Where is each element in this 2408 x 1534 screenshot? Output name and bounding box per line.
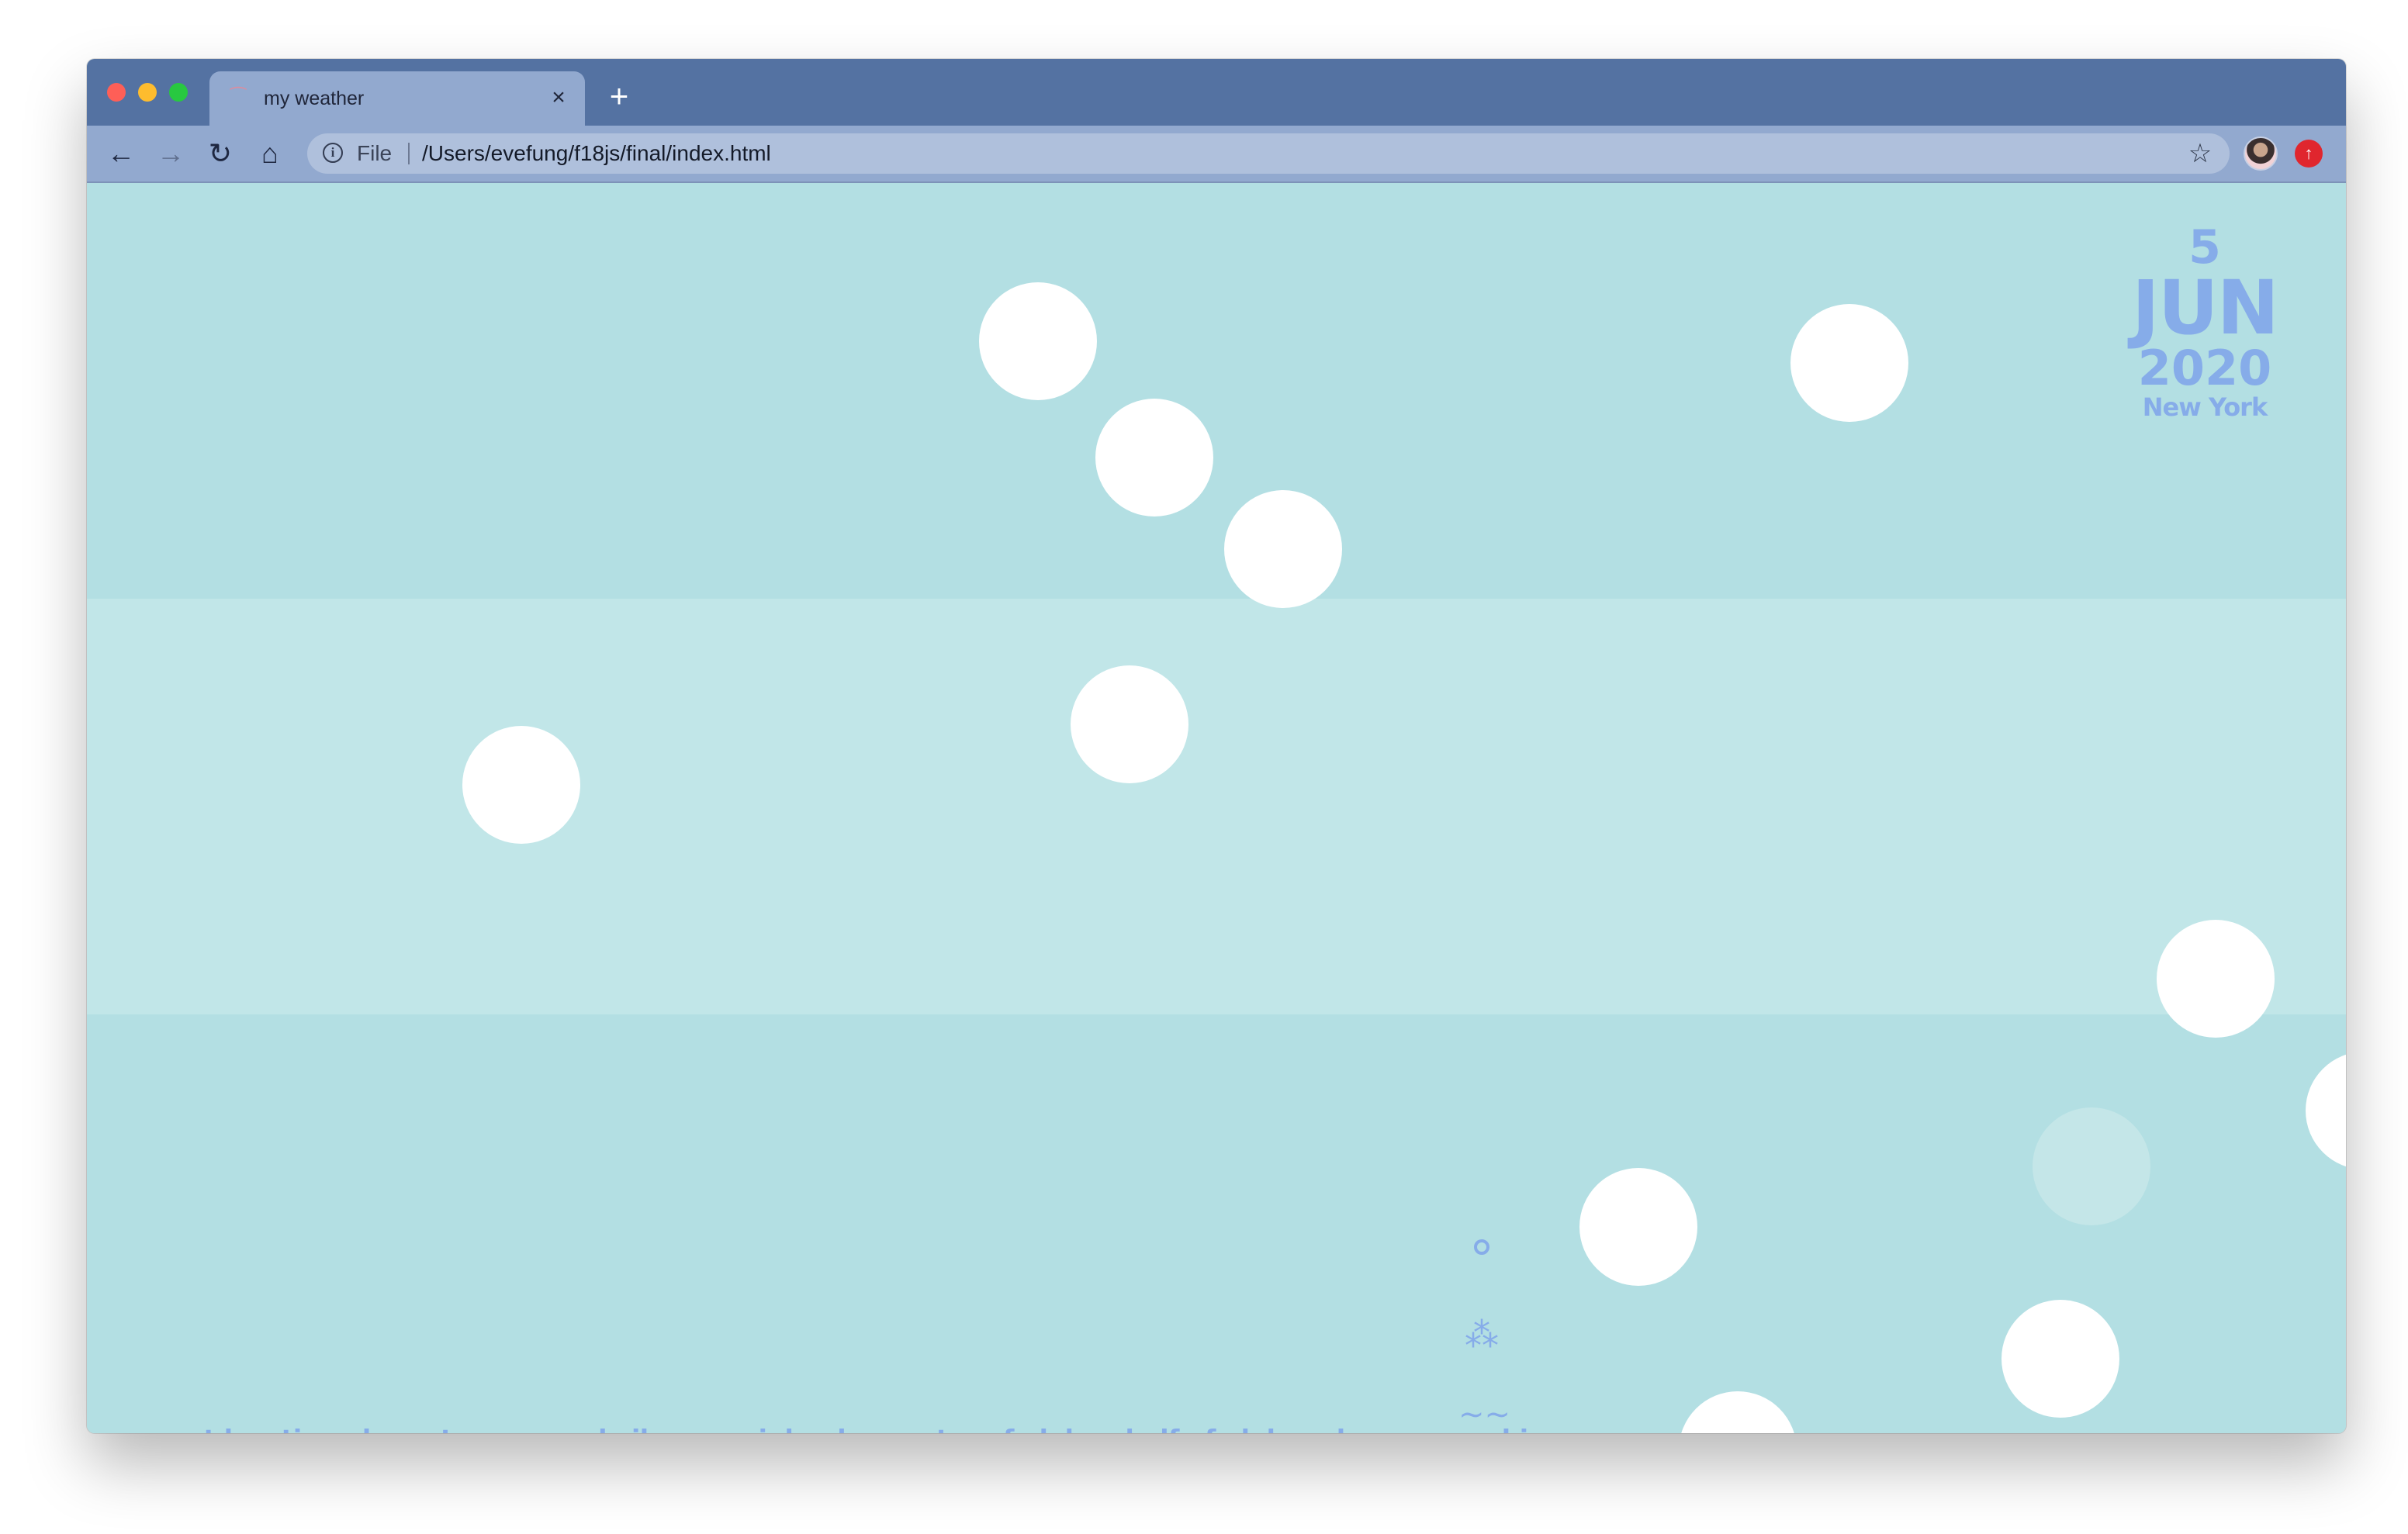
tab-title: my weather — [264, 88, 365, 109]
nav-link-quarter-of-aloha[interactable]: quarter of aloha — [871, 1424, 1100, 1433]
weather-band-top — [87, 183, 2346, 599]
browser-toolbar: ← → ↻ ⌂ i File /Users/evefung/f18js/fina… — [87, 126, 2346, 183]
tab-my-weather[interactable]: ⁀ my weather × — [209, 71, 585, 126]
url-text[interactable]: /Users/evefung/f18js/final/index.html — [422, 140, 771, 168]
scheme-label: File — [357, 141, 393, 165]
floating-circle — [462, 726, 580, 844]
address-separator — [408, 143, 410, 164]
nav-link-dreams[interactable]: dreams — [1327, 1424, 1433, 1433]
date-display: 5 JUN 2020 New York — [2112, 222, 2298, 420]
weather-band-middle — [87, 599, 2346, 1014]
floating-circle — [2001, 1300, 2119, 1418]
extension-icon[interactable]: ↑ — [2295, 140, 2323, 168]
floating-circle — [1224, 490, 1342, 608]
back-arrow-icon[interactable]: ← — [101, 133, 141, 174]
date-year: 2020 — [2137, 340, 2272, 396]
new-tab-button[interactable]: + — [602, 79, 636, 113]
page-content: 5 JUN 2020 New York ⁂ ∼∼ current locatio… — [87, 183, 2346, 1433]
favicon-icon: ⁀ — [230, 88, 246, 109]
window-maximize-button[interactable] — [169, 83, 188, 102]
floating-circle — [1071, 665, 1188, 783]
nav-link-hometown[interactable]: hometown — [362, 1424, 511, 1433]
window-minimize-button[interactable] — [138, 83, 157, 102]
forward-arrow-icon[interactable]: → — [150, 133, 191, 174]
floating-circle — [2033, 1107, 2150, 1225]
star-icon[interactable]: ☆ — [2185, 138, 2216, 169]
location-nav: current location hometown good vibes mai… — [112, 1424, 1583, 1433]
date-month: JUN — [2131, 264, 2279, 351]
floating-circle — [1095, 399, 1213, 517]
reload-icon[interactable]: ↻ — [200, 133, 240, 174]
floating-circle — [1579, 1168, 1697, 1286]
browser-window: ⁀ my weather × + ← → ↻ ⌂ i File /Users/e… — [87, 59, 2346, 1433]
floating-circle — [2157, 920, 2275, 1038]
nav-link-current-location[interactable]: current location — [112, 1424, 337, 1433]
date-city: New York — [2142, 392, 2268, 422]
floating-circle — [979, 282, 1097, 400]
tab-close-icon[interactable]: × — [545, 84, 573, 112]
nav-link-archive[interactable]: archive — [1458, 1424, 1562, 1433]
ring-icon[interactable] — [1458, 1239, 1505, 1258]
nav-link-good-vibes[interactable]: good vibes — [536, 1424, 690, 1433]
info-icon[interactable]: i — [323, 143, 343, 163]
window-close-button[interactable] — [107, 83, 126, 102]
tab-strip: ⁀ my weather × + — [87, 59, 2346, 126]
profile-avatar[interactable] — [2244, 136, 2278, 171]
floating-circle — [1790, 304, 1908, 422]
address-bar[interactable]: i File /Users/evefung/f18js/final/index.… — [307, 133, 2230, 174]
nav-link-half-of-aloha[interactable]: half of aloha — [1125, 1424, 1301, 1433]
nav-link-mainland[interactable]: mainland — [715, 1424, 846, 1433]
home-icon[interactable]: ⌂ — [250, 133, 290, 174]
snowflake-icon[interactable]: ⁂ — [1458, 1315, 1505, 1356]
